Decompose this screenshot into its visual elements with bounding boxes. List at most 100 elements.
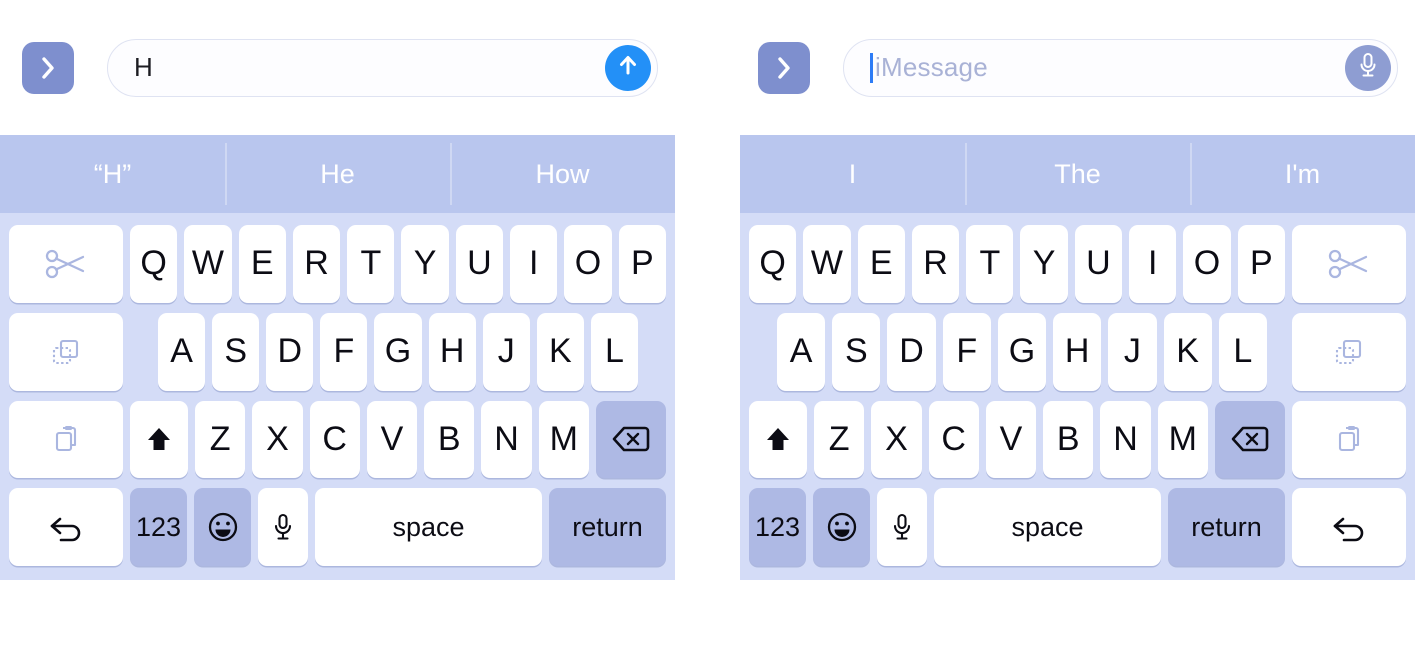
message-text-field[interactable]: H	[107, 38, 658, 97]
key-I[interactable]: I	[1129, 225, 1177, 303]
copy-icon	[49, 336, 83, 368]
space-key[interactable]: space	[934, 488, 1161, 566]
paste-key[interactable]	[9, 400, 123, 479]
key-N[interactable]: N	[1100, 400, 1151, 479]
prediction-candidate-2[interactable]: The	[965, 135, 1190, 213]
copy-key[interactable]	[1291, 312, 1406, 391]
key-Y[interactable]: Y	[1020, 225, 1068, 303]
shift-arrow-up-icon	[763, 424, 793, 454]
prediction-candidate-2[interactable]: He	[225, 135, 450, 213]
key-G[interactable]: G	[997, 312, 1047, 391]
dictation-key[interactable]	[877, 488, 927, 566]
numeric-keyboard-key[interactable]: 123	[130, 488, 187, 566]
key-E[interactable]: E	[857, 225, 905, 303]
key-Q[interactable]: Q	[749, 225, 797, 303]
emoji-key[interactable]	[813, 488, 870, 566]
prediction-candidate-1[interactable]: “H”	[0, 135, 225, 213]
prediction-candidate-3[interactable]: I'm	[1190, 135, 1415, 213]
key-B[interactable]: B	[424, 400, 475, 479]
return-key[interactable]: return	[549, 488, 666, 566]
key-T[interactable]: T	[347, 225, 395, 303]
key-X[interactable]: X	[871, 400, 922, 479]
key-R[interactable]: R	[292, 225, 341, 303]
key-D[interactable]: D	[887, 312, 936, 391]
key-I[interactable]: I	[510, 225, 558, 303]
emoji-key[interactable]	[194, 488, 251, 566]
message-placeholder: iMessage	[875, 52, 988, 82]
prediction-candidate-1[interactable]: I	[740, 135, 965, 213]
numeric-keyboard-key[interactable]: 123	[749, 488, 806, 566]
cut-key[interactable]	[9, 225, 123, 303]
shift-key[interactable]	[130, 400, 188, 479]
key-M[interactable]: M	[538, 400, 589, 479]
key-V[interactable]: V	[985, 400, 1037, 479]
key-R[interactable]: R	[911, 225, 960, 303]
key-P[interactable]: P	[1237, 225, 1285, 303]
key-P[interactable]: P	[618, 225, 666, 303]
key-V[interactable]: V	[366, 400, 418, 479]
key-D[interactable]: D	[266, 312, 314, 391]
keyboard-row-2: A S D F G H J K L	[749, 312, 1406, 391]
message-input-bar: H	[0, 0, 675, 135]
key-U[interactable]: U	[455, 225, 504, 303]
cut-key[interactable]	[1291, 225, 1406, 303]
shift-key[interactable]	[749, 400, 807, 479]
key-F[interactable]: F	[320, 312, 368, 391]
undo-key[interactable]	[1292, 488, 1406, 566]
key-T[interactable]: T	[966, 225, 1014, 303]
microphone-icon	[1356, 50, 1380, 85]
undo-key[interactable]	[9, 488, 123, 566]
key-S[interactable]: S	[832, 312, 881, 391]
key-K[interactable]: K	[536, 312, 584, 391]
key-K[interactable]: K	[1163, 312, 1212, 391]
key-A[interactable]: A	[777, 312, 826, 391]
key-Y[interactable]: Y	[401, 225, 449, 303]
keyboard-row-4: 123 space return	[749, 488, 1406, 566]
backspace-delete-icon	[611, 424, 651, 454]
key-E[interactable]: E	[238, 225, 286, 303]
key-O[interactable]: O	[1183, 225, 1231, 303]
expand-toolbar-button[interactable]	[22, 41, 74, 94]
keyboard-row-2: A S D F G H J K L	[9, 312, 666, 391]
backspace-key[interactable]	[595, 400, 666, 479]
key-J[interactable]: J	[1108, 312, 1157, 391]
prediction-candidate-3[interactable]: How	[450, 135, 675, 213]
key-H[interactable]: H	[428, 312, 476, 391]
dictation-key[interactable]	[258, 488, 308, 566]
key-S[interactable]: S	[212, 312, 260, 391]
key-B[interactable]: B	[1043, 400, 1094, 479]
arrow-up-icon	[616, 52, 640, 83]
expand-toolbar-button[interactable]	[758, 41, 810, 94]
key-X[interactable]: X	[252, 400, 303, 479]
key-G[interactable]: G	[374, 312, 422, 391]
copy-key[interactable]	[9, 312, 123, 391]
dictation-button[interactable]	[1345, 44, 1391, 91]
key-L[interactable]: L	[590, 312, 638, 391]
text-caret	[870, 52, 873, 83]
key-Z[interactable]: Z	[195, 400, 246, 479]
message-input-bar: iMessage	[740, 0, 1415, 135]
key-O[interactable]: O	[564, 225, 612, 303]
return-key[interactable]: return	[1168, 488, 1285, 566]
key-Z[interactable]: Z	[814, 400, 865, 479]
key-F[interactable]: F	[942, 312, 991, 391]
key-M[interactable]: M	[1157, 400, 1208, 479]
key-J[interactable]: J	[482, 312, 530, 391]
backspace-key[interactable]	[1214, 400, 1285, 479]
key-U[interactable]: U	[1074, 225, 1123, 303]
key-Q[interactable]: Q	[130, 225, 178, 303]
key-N[interactable]: N	[481, 400, 532, 479]
key-W[interactable]: W	[803, 225, 851, 303]
paste-key[interactable]	[1291, 400, 1406, 479]
key-C[interactable]: C	[928, 400, 979, 479]
prediction-bar: I The I'm	[740, 135, 1415, 213]
key-A[interactable]: A	[158, 312, 206, 391]
key-L[interactable]: L	[1218, 312, 1267, 391]
key-W[interactable]: W	[184, 225, 232, 303]
send-button[interactable]	[605, 44, 651, 91]
space-key[interactable]: space	[315, 488, 542, 566]
key-C[interactable]: C	[309, 400, 360, 479]
key-H[interactable]: H	[1053, 312, 1102, 391]
message-text-field[interactable]: iMessage	[843, 38, 1398, 97]
copy-icon	[1332, 336, 1366, 368]
